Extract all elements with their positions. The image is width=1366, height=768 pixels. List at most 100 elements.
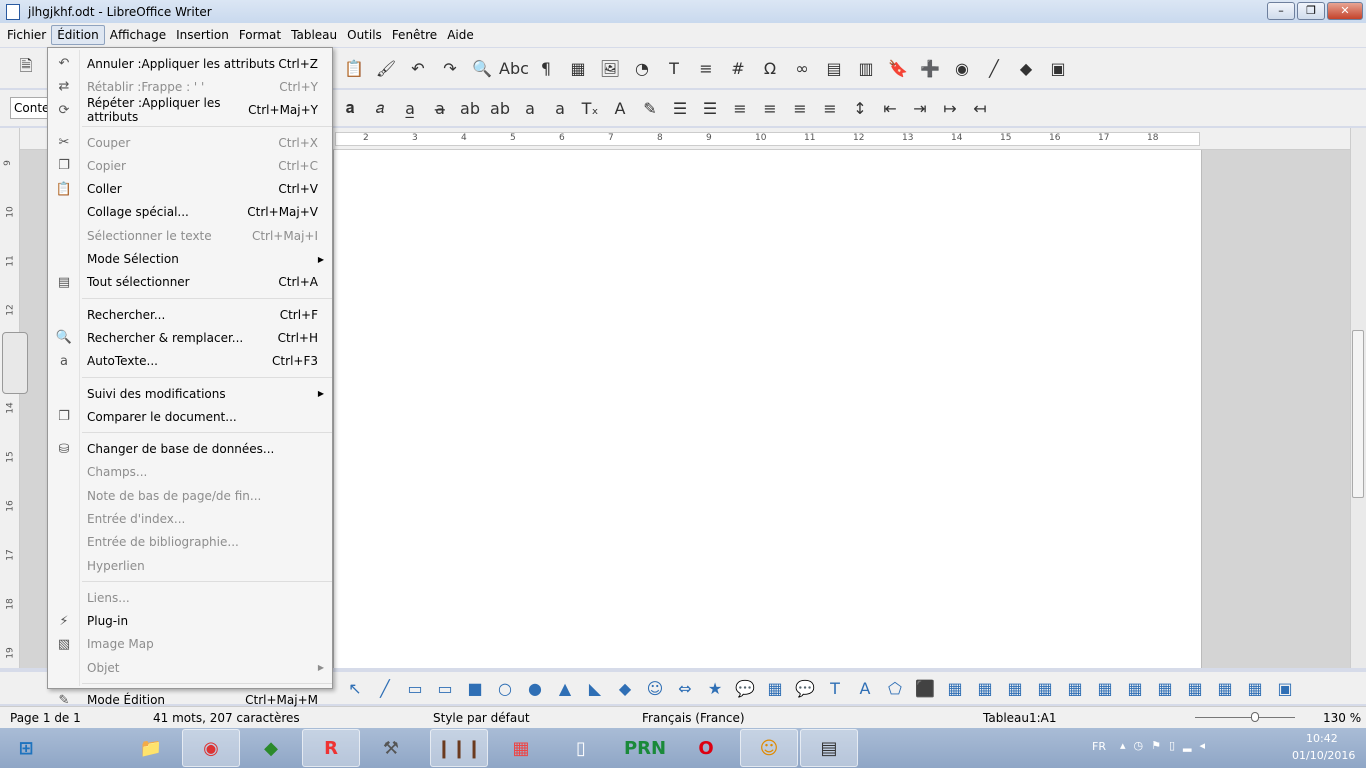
format-button-10-icon[interactable]: ✎ <box>638 96 662 120</box>
scrollbar-thumb[interactable] <box>1352 330 1364 498</box>
drawing-tool-20-icon[interactable]: ▦ <box>943 676 967 700</box>
menu-item-2[interactable]: ⟳ Répéter :Appliquer les attributs Ctrl+Ma… <box>48 96 332 124</box>
menu-item-9[interactable]: Mode Sélection ▶ <box>48 247 332 270</box>
chart-icon[interactable]: ◔ <box>630 56 654 80</box>
formatting-marks-icon[interactable]: ¶ <box>534 56 558 80</box>
clone-formatting-icon[interactable]: 🖌 <box>374 56 398 80</box>
page-style[interactable]: Style par défaut <box>433 711 530 725</box>
line-icon[interactable]: ╱ <box>982 56 1006 80</box>
format-button-8-icon[interactable]: Tₓ <box>578 96 602 120</box>
menu-insertion[interactable]: Insertion <box>171 26 234 44</box>
menu-affichage[interactable]: Affichage <box>105 26 171 44</box>
drawing-tool-0-icon[interactable]: ↖ <box>343 676 367 700</box>
drawing-tool-26-icon[interactable]: ▦ <box>1123 676 1147 700</box>
page-count[interactable]: Page 1 de 1 <box>10 711 81 725</box>
format-button-12-icon[interactable]: ☰ <box>698 96 722 120</box>
menu-item-4[interactable]: ✂ Couper Ctrl+X <box>48 131 332 154</box>
menu-aide[interactable]: Aide <box>442 26 479 44</box>
menu-item-27[interactable]: ⚡ Plug-in <box>48 610 332 633</box>
menu-format[interactable]: Format <box>234 26 286 44</box>
menu-item-1[interactable]: ⇄ Rétablir :Frappe : ' ' Ctrl+Y <box>48 75 332 98</box>
menu-item-10[interactable]: ▤ Tout sélectionner Ctrl+A <box>48 271 332 294</box>
drawing-tool-22-icon[interactable]: ▦ <box>1003 676 1027 700</box>
drawing-tool-8-icon[interactable]: ◣ <box>583 676 607 700</box>
spellcheck-icon[interactable]: Abc <box>499 56 529 80</box>
drawing-tool-6-icon[interactable]: ● <box>523 676 547 700</box>
redo-icon[interactable]: ↷ <box>438 56 462 80</box>
format-button-15-icon[interactable]: ≡ <box>788 96 812 120</box>
format-button-20-icon[interactable]: ↦ <box>938 96 962 120</box>
menu-item-12[interactable]: Rechercher... Ctrl+F <box>48 303 332 326</box>
format-button-4-icon[interactable]: ab <box>458 96 482 120</box>
menu-item-14[interactable]: a AutoTexte... Ctrl+F3 <box>48 350 332 373</box>
zoom-level[interactable]: 130 % <box>1323 711 1361 725</box>
close-button[interactable]: ✕ <box>1327 2 1363 20</box>
paragraph-style-box[interactable]: Conte <box>10 97 50 119</box>
comment-icon[interactable]: ➕ <box>918 56 942 80</box>
clock-date[interactable]: 01/10/2016 <box>1292 749 1355 762</box>
menu-item-21[interactable]: Note de bas de page/de fin... <box>48 484 332 507</box>
menu-item-20[interactable]: Champs... <box>48 461 332 484</box>
zoom-slider-knob[interactable] <box>1251 712 1259 722</box>
drawing-tool-30-icon[interactable]: ▦ <box>1243 676 1267 700</box>
menu-item-31[interactable]: ✎ Mode Édition Ctrl+Maj+M <box>48 688 332 711</box>
drawing-tool-3-icon[interactable]: ▭ <box>433 676 457 700</box>
opera-icon[interactable]: O <box>677 729 735 767</box>
menu-item-0[interactable]: ↶ Annuler :Appliquer les attributs Ctrl+Z <box>48 52 332 75</box>
maximize-button[interactable]: ❐ <box>1297 2 1325 20</box>
page-break-icon[interactable]: ≡ <box>694 56 718 80</box>
drawing-tool-11-icon[interactable]: ⇔ <box>673 676 697 700</box>
drawing-tool-28-icon[interactable]: ▦ <box>1183 676 1207 700</box>
format-button-14-icon[interactable]: ≡ <box>758 96 782 120</box>
format-button-7-icon[interactable]: a <box>548 96 572 120</box>
format-button-21-icon[interactable]: ↤ <box>968 96 992 120</box>
menu-edition[interactable]: Édition <box>51 25 105 45</box>
system-tray-icons[interactable]: ▴◷⚑▯▂◂ <box>1120 739 1213 752</box>
format-button-1-icon[interactable]: 𝑎 <box>368 96 392 120</box>
document-page[interactable] <box>333 150 1202 668</box>
image-icon[interactable]: 🖼 <box>598 56 622 80</box>
format-button-9-icon[interactable]: A <box>608 96 632 120</box>
drawing-tool-18-icon[interactable]: ⬠ <box>883 676 907 700</box>
drawing-tool-14-icon[interactable]: ▦ <box>763 676 787 700</box>
drawing-tool-29-icon[interactable]: ▦ <box>1213 676 1237 700</box>
menu-item-28[interactable]: ▧ Image Map <box>48 633 332 656</box>
app-grid-icon[interactable]: ▦ <box>492 729 550 767</box>
evernote-icon[interactable]: ◆ <box>242 729 300 767</box>
table-icon[interactable]: ▦ <box>566 56 590 80</box>
menu-item-17[interactable]: ❐ Comparer le document... <box>48 405 332 428</box>
drawing-tool-2-icon[interactable]: ▭ <box>403 676 427 700</box>
shape-icon[interactable]: ◆ <box>1014 56 1038 80</box>
track-changes-icon[interactable]: ◉ <box>950 56 974 80</box>
format-button-13-icon[interactable]: ≡ <box>728 96 752 120</box>
format-button-0-icon[interactable]: 𝐚 <box>338 96 362 120</box>
clock-time[interactable]: 10:42 <box>1306 732 1338 745</box>
r-app-icon[interactable]: R <box>302 729 360 767</box>
menu-fenetre[interactable]: Fenêtre <box>387 26 442 44</box>
format-button-5-icon[interactable]: ab <box>488 96 512 120</box>
drawing-tool-17-icon[interactable]: A <box>853 676 877 700</box>
field-icon[interactable]: # <box>726 56 750 80</box>
menu-tableau[interactable]: Tableau <box>286 26 342 44</box>
drawing-tool-27-icon[interactable]: ▦ <box>1153 676 1177 700</box>
input-language[interactable]: FR <box>1092 740 1106 753</box>
menu-item-19[interactable]: ⛁ Changer de base de données... <box>48 437 332 460</box>
drawing-tool-24-icon[interactable]: ▦ <box>1063 676 1087 700</box>
special-character-icon[interactable]: Ω <box>758 56 782 80</box>
drawing-tool-19-icon[interactable]: ⬛ <box>913 676 937 700</box>
garfield-icon[interactable]: ☺ <box>740 729 798 767</box>
endnote-icon[interactable]: ▥ <box>854 56 878 80</box>
chrome-icon[interactable]: ◉ <box>182 729 240 767</box>
format-button-6-icon[interactable]: a <box>518 96 542 120</box>
drawing-tool-21-icon[interactable]: ▦ <box>973 676 997 700</box>
drawing-tool-10-icon[interactable]: ☺ <box>643 676 667 700</box>
format-button-18-icon[interactable]: ⇤ <box>878 96 902 120</box>
menu-item-6[interactable]: 📋 Coller Ctrl+V <box>48 177 332 200</box>
sidebar-toggle-icon[interactable]: ▣ <box>1046 56 1070 80</box>
drawing-tool-9-icon[interactable]: ◆ <box>613 676 637 700</box>
menu-item-29[interactable]: Objet ▶ <box>48 656 332 679</box>
drawing-tool-4-icon[interactable]: ■ <box>463 676 487 700</box>
find-replace-icon[interactable]: 🔍 <box>470 56 494 80</box>
menu-item-22[interactable]: Entrée d'index... <box>48 507 332 530</box>
drawing-tool-15-icon[interactable]: 💬 <box>793 676 817 700</box>
